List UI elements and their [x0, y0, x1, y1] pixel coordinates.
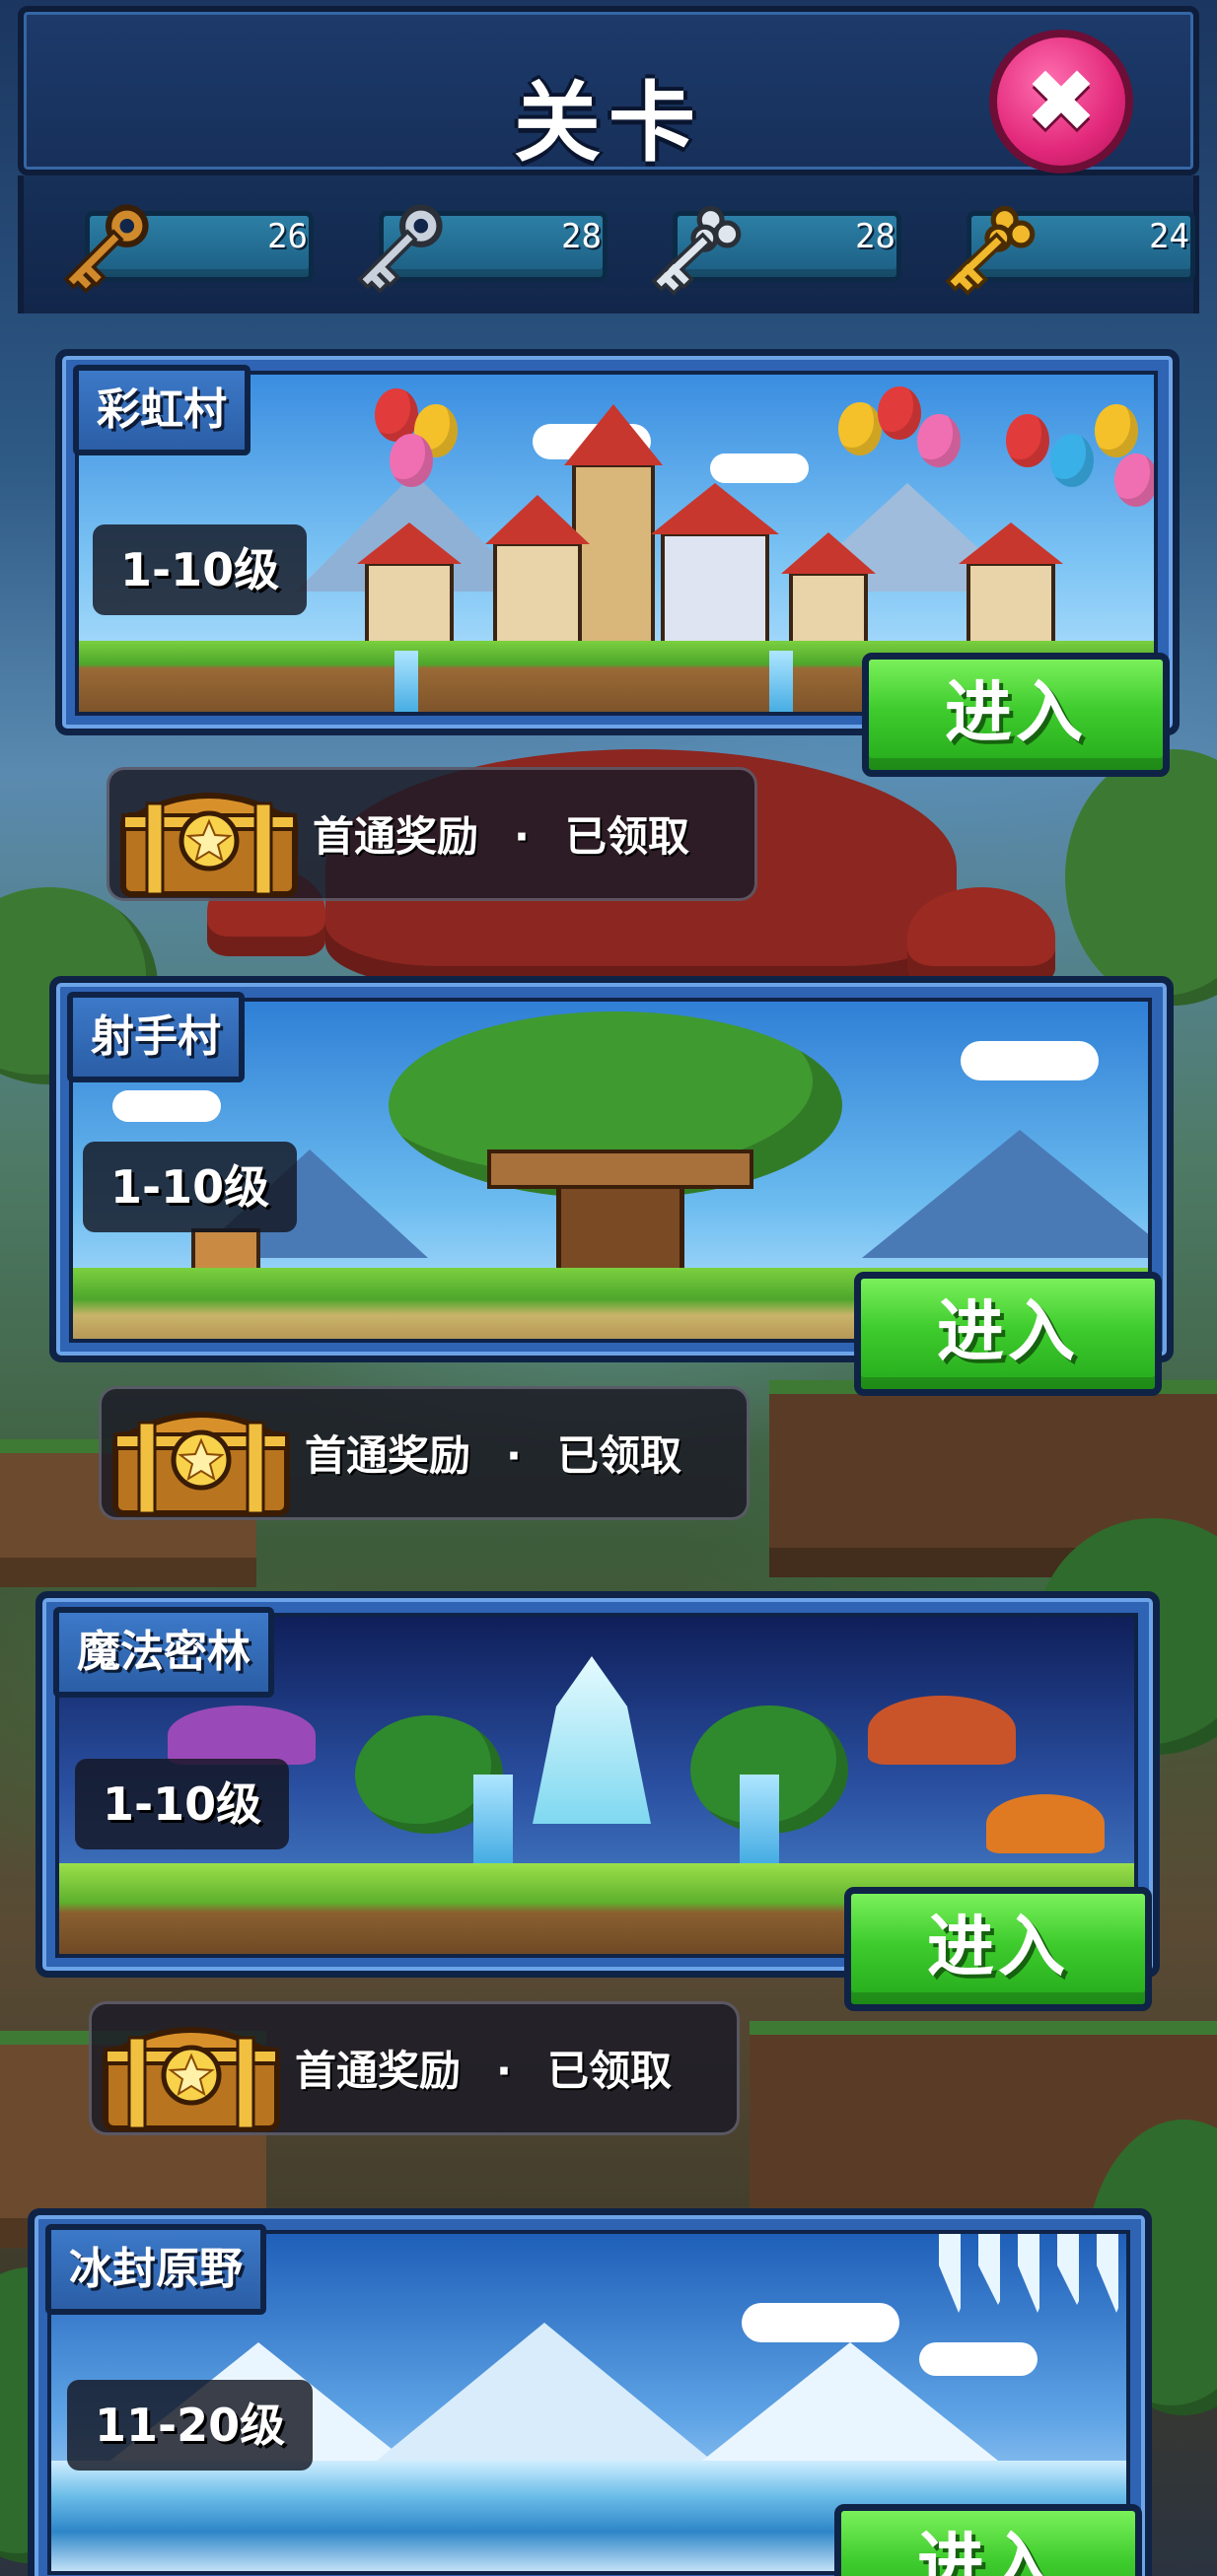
reward-separator: · — [514, 812, 530, 861]
enter-button-archer-village[interactable]: 进入 — [854, 1272, 1162, 1396]
enter-button-frozen-plains[interactable]: 进入 — [834, 2504, 1142, 2576]
level-name: 魔法密林 — [53, 1607, 274, 1698]
level-name: 冰封原野 — [45, 2224, 266, 2315]
key-counter-bronze: 26 — [55, 201, 322, 294]
reward-label: 首通奖励 — [305, 1431, 471, 1480]
ornate-silver-key-icon — [651, 205, 742, 296]
reward-separator: · — [506, 1431, 522, 1480]
level-range-badge: 1-10级 — [83, 1142, 298, 1232]
close-x-icon: ✖ — [1025, 50, 1098, 152]
gold-key-icon — [945, 205, 1036, 296]
level-name: 射手村 — [67, 992, 245, 1082]
key-counter-silver: 28 — [349, 201, 615, 294]
key-count: 24 — [1149, 217, 1189, 256]
level-name: 彩虹村 — [73, 365, 251, 455]
bronze-key-icon — [63, 204, 149, 294]
silver-key-icon — [357, 204, 443, 294]
enter-button-rainbow-village[interactable]: 进入 — [862, 653, 1170, 777]
key-inventory-bar: 26 28 28 24 — [18, 175, 1199, 313]
reward-status: 已领取 — [564, 812, 689, 861]
reward-label: 首通奖励 — [295, 2047, 462, 2095]
level-range-badge: 1-10级 — [75, 1759, 290, 1849]
key-count: 26 — [267, 217, 308, 256]
key-count: 28 — [561, 217, 602, 256]
first-clear-reward-rainbow-village: 首通奖励 · 已领取 — [107, 767, 757, 901]
treasure-chest-icon — [103, 2027, 280, 2131]
level-range-badge: 11-20级 — [67, 2380, 314, 2471]
reward-label: 首通奖励 — [313, 812, 479, 861]
treasure-chest-icon — [112, 1412, 290, 1516]
reward-status: 已领取 — [546, 2047, 672, 2095]
level-range-badge: 1-10级 — [93, 524, 308, 615]
treasure-chest-icon — [120, 793, 298, 897]
enter-button-magic-forest[interactable]: 进入 — [844, 1887, 1152, 2011]
key-counter-gold: 24 — [937, 201, 1203, 296]
first-clear-reward-archer-village: 首通奖励 · 已领取 — [99, 1386, 750, 1520]
key-counter-ornate-silver: 28 — [643, 201, 909, 296]
reward-status: 已领取 — [556, 1431, 681, 1480]
key-count: 28 — [855, 217, 895, 256]
reward-separator: · — [496, 2047, 512, 2095]
close-button[interactable]: ✖ — [989, 30, 1133, 174]
first-clear-reward-magic-forest: 首通奖励 · 已领取 — [89, 2001, 740, 2135]
